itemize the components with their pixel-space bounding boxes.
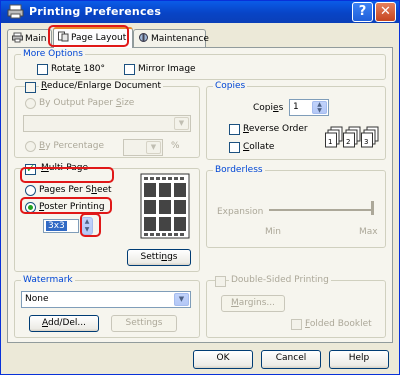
reverse-order-label: Reverse Order <box>243 124 308 134</box>
svg-text:2: 2 <box>346 138 350 146</box>
watermark-settings-button[interactable]: Settings <box>111 315 177 332</box>
rotate-180-checkbox[interactable] <box>37 64 48 75</box>
collate-pages-icon: 1 2 3 <box>325 126 379 148</box>
folded-booklet-checkbox[interactable] <box>291 319 302 330</box>
chevron-down-icon: ▼ <box>174 117 189 130</box>
borderless-label: Borderless <box>213 165 265 175</box>
pages-per-sheet-radio[interactable] <box>25 185 36 196</box>
output-paper-size-select[interactable]: ▼ <box>23 115 191 132</box>
svg-text:1: 1 <box>328 138 332 146</box>
by-percentage-radio[interactable] <box>25 141 36 152</box>
printer-icon <box>12 32 23 43</box>
chevron-down-icon: ▼ <box>174 293 189 306</box>
poster-size-value: 3x3 <box>46 221 67 231</box>
double-sided-group: Double-Sided Printing Margins... Folded … <box>206 275 386 338</box>
expansion-max-label: Max <box>359 227 378 237</box>
percent-unit: % <box>171 141 180 151</box>
percentage-spinner[interactable]: ▼ <box>123 139 163 156</box>
watermark-select[interactable]: None ▼ <box>21 291 191 308</box>
pages-per-sheet-label: Pages Per Sheet <box>39 185 112 195</box>
copies-group: Copies Copies 1 ▲ ▼ Reverse Order Collate… <box>206 81 386 160</box>
collate-checkbox[interactable] <box>229 142 240 153</box>
printer-icon <box>7 4 24 19</box>
highlight-poster-spinner <box>80 213 101 237</box>
rotate-180-label: Rotate 180° <box>51 64 106 74</box>
copies-value: 1 <box>293 102 299 112</box>
maintenance-icon <box>139 33 148 42</box>
tab-main-label: Main <box>25 34 47 44</box>
tab-maintenance-label: Maintenance <box>151 34 209 44</box>
double-sided-label: Double-Sided Printing <box>229 275 331 285</box>
mirror-image-checkbox[interactable] <box>124 64 135 75</box>
highlight-multi-page <box>20 167 114 183</box>
cancel-button[interactable]: Cancel <box>261 350 321 369</box>
spin-arrows-icon: ▲ ▼ <box>312 101 327 114</box>
highlight-page-layout-tab <box>48 25 129 47</box>
page-layout-panel: More Options Rotate 180° Mirror Image Re… <box>7 47 393 343</box>
folded-booklet-label: Folded Booklet <box>305 319 372 329</box>
borderless-group: Borderless Expansion Min Max <box>206 165 386 248</box>
margins-button[interactable]: Margins... <box>221 295 285 312</box>
window-title: Printing Preferences <box>29 5 162 18</box>
multi-page-group: Multi-Page Pages Per Sheet Poster Printi… <box>14 162 200 272</box>
help-title-button[interactable]: ? <box>352 2 373 22</box>
printing-preferences-window: Printing Preferences ? ✕ Main Page Layou… <box>0 0 400 375</box>
reduce-enlarge-label: Reduce/Enlarge Document <box>39 81 164 91</box>
by-output-paper-size-radio[interactable] <box>25 98 36 109</box>
copies-spinner[interactable]: 1 ▲ ▼ <box>289 99 329 116</box>
poster-size-field[interactable]: 3x3 <box>43 219 79 233</box>
tab-maintenance[interactable]: Maintenance <box>133 29 209 47</box>
reduce-enlarge-group: Reduce/Enlarge Document By Output Paper … <box>14 81 200 158</box>
watermark-group: Watermark None ▼ Add/Del... Settings <box>14 275 200 338</box>
spin-arrows-icon: ▼ <box>146 141 161 154</box>
add-del-button[interactable]: Add/Del... <box>29 315 99 332</box>
svg-text:3: 3 <box>364 138 368 146</box>
expansion-min-label: Min <box>265 227 281 237</box>
expansion-slider-thumb[interactable] <box>371 201 374 215</box>
ok-button[interactable]: OK <box>193 350 253 369</box>
tab-main[interactable]: Main <box>7 29 52 47</box>
watermark-selected: None <box>25 294 49 304</box>
more-options-label: More Options <box>21 49 85 59</box>
double-sided-checkbox[interactable] <box>215 276 226 287</box>
reduce-enlarge-checkbox[interactable] <box>25 82 36 93</box>
copies-label: Copies <box>253 103 284 113</box>
by-percentage-label: By Percentage <box>39 141 105 151</box>
expansion-slider-track <box>269 209 373 211</box>
expansion-label: Expansion <box>217 207 264 217</box>
poster-preview-icon <box>140 173 190 239</box>
collate-label: Collate <box>243 142 275 152</box>
help-button[interactable]: Help <box>329 350 389 369</box>
title-bar[interactable]: Printing Preferences ? ✕ <box>1 1 399 23</box>
multi-page-settings-button[interactable]: Settings <box>127 249 191 266</box>
watermark-label: Watermark <box>21 275 75 285</box>
close-button[interactable]: ✕ <box>375 2 396 22</box>
more-options-group: More Options Rotate 180° Mirror Image <box>14 49 386 80</box>
reverse-order-checkbox[interactable] <box>229 124 240 135</box>
mirror-image-label: Mirror Image <box>138 64 196 74</box>
copies-group-label: Copies <box>213 81 248 91</box>
by-output-paper-size-label: By Output Paper Size <box>39 98 135 108</box>
highlight-poster-printing <box>20 197 112 214</box>
